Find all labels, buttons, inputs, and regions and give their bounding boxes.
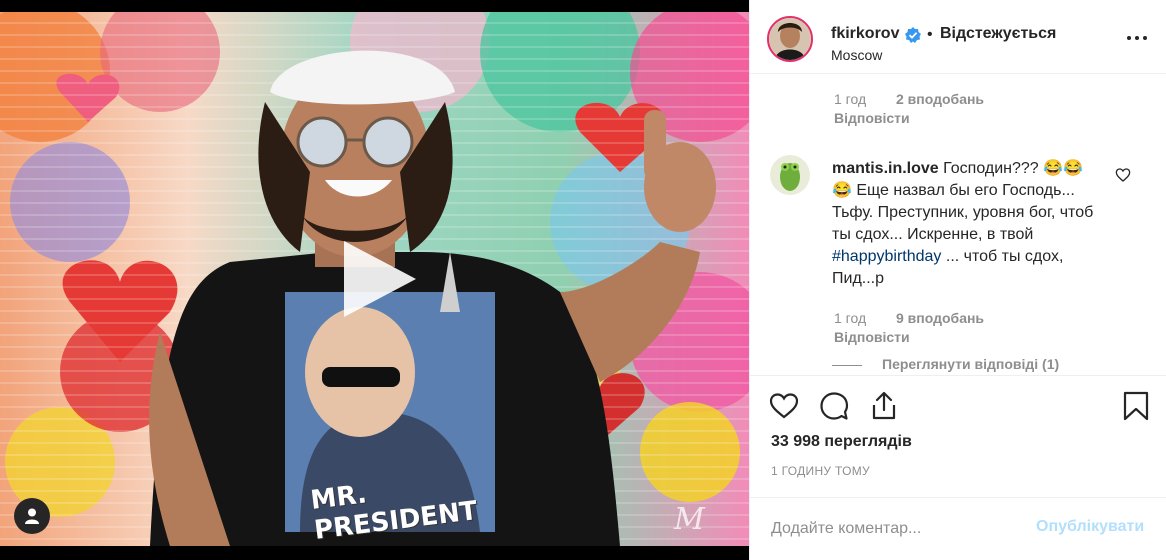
post-side-panel: fkirkorov • Відстежується Moscow 1 год 2… bbox=[749, 0, 1166, 560]
user-tag-button[interactable] bbox=[14, 498, 50, 534]
comment-age[interactable]: 1 год bbox=[834, 310, 866, 326]
comment-likes-count: 9 вподобань bbox=[896, 310, 985, 326]
comment-input[interactable] bbox=[771, 515, 1011, 543]
header-separator: • bbox=[927, 26, 933, 43]
post-time[interactable]: 1 ГОДИНУ ТОМУ bbox=[771, 464, 870, 478]
author-avatar[interactable] bbox=[767, 16, 813, 62]
comment-likes[interactable]: 9 вподобань bbox=[896, 310, 984, 326]
composer-divider bbox=[750, 497, 1166, 498]
following-button[interactable]: Відстежується bbox=[940, 25, 1056, 43]
author-avatar-image bbox=[769, 18, 811, 60]
verified-badge-icon bbox=[905, 27, 921, 43]
author-username[interactable]: fkirkorov bbox=[831, 25, 899, 43]
media-bottom-bar bbox=[0, 546, 749, 560]
prev-comment-likes[interactable]: 2 вподобань bbox=[896, 91, 984, 107]
comment-body: mantis.in.love Господин??? 😂😂😂 Еще назва… bbox=[832, 158, 1094, 290]
comment-reply-label: Відповісти bbox=[834, 329, 910, 345]
post-comment-button[interactable]: Опублікувати bbox=[1036, 518, 1144, 536]
commenter-avatar[interactable] bbox=[770, 155, 810, 195]
comment-hashtag[interactable]: #happybirthday bbox=[832, 248, 941, 265]
play-icon bbox=[344, 241, 416, 317]
prev-comment-reply-label: Відповісти bbox=[834, 110, 910, 126]
comment-reply-button[interactable]: Відповісти bbox=[834, 329, 910, 345]
user-tag-icon bbox=[25, 508, 39, 524]
share-icon[interactable] bbox=[868, 390, 900, 422]
comment-bubble-icon[interactable] bbox=[818, 390, 850, 422]
view-replies-button[interactable]: Переглянути відповіді (1) bbox=[882, 356, 1059, 372]
prev-comment-age[interactable]: 1 год bbox=[834, 91, 866, 107]
prev-comment-reply-button[interactable]: Відповісти bbox=[834, 110, 910, 126]
prev-comment-likes-count: 2 вподобань bbox=[896, 91, 985, 107]
post-media[interactable]: MR. PRESIDENT M bbox=[0, 0, 749, 560]
actions-divider bbox=[750, 375, 1166, 376]
commenter-avatar-image bbox=[770, 155, 810, 195]
play-button[interactable] bbox=[336, 237, 420, 321]
post-header: fkirkorov • Відстежується Moscow bbox=[750, 0, 1166, 74]
view-replies-divider bbox=[832, 365, 862, 366]
commenter-username[interactable]: mantis.in.love bbox=[832, 160, 939, 177]
comments-list[interactable]: 1 год 2 вподобань Відповісти mantis.in.l… bbox=[750, 75, 1166, 375]
media-top-bar bbox=[0, 0, 749, 12]
bookmark-icon[interactable] bbox=[1120, 390, 1152, 422]
like-heart-icon[interactable] bbox=[768, 390, 800, 422]
view-count[interactable]: 33 998 переглядів bbox=[771, 433, 912, 451]
more-options-icon[interactable] bbox=[1126, 31, 1148, 45]
watermark-text: M bbox=[674, 502, 705, 537]
video-watermark: M bbox=[674, 502, 724, 542]
post-location[interactable]: Moscow bbox=[831, 47, 882, 63]
comment-like-heart-icon[interactable] bbox=[1115, 167, 1131, 183]
